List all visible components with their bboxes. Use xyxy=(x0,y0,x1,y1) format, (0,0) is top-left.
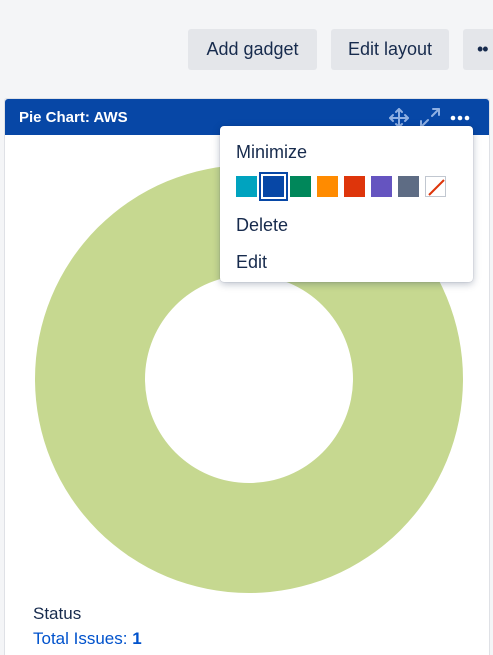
edit-layout-button[interactable]: Edit layout xyxy=(331,29,449,70)
gadget-title: Pie Chart: AWS xyxy=(19,109,128,126)
no-color-icon xyxy=(428,179,445,196)
menu-item-minimize[interactable]: Minimize xyxy=(236,142,307,163)
color-swatch-none[interactable] xyxy=(425,176,446,197)
color-swatch-purple[interactable] xyxy=(371,176,392,197)
total-issues-link[interactable]: Total Issues: 1 xyxy=(33,629,142,649)
menu-item-edit[interactable]: Edit xyxy=(236,252,267,273)
menu-item-delete[interactable]: Delete xyxy=(236,215,288,236)
color-swatch-red[interactable] xyxy=(344,176,365,197)
total-issues-count: 1 xyxy=(132,629,142,648)
add-gadget-button[interactable]: Add gadget xyxy=(188,29,317,70)
color-swatch-grey[interactable] xyxy=(398,176,419,197)
color-swatch-teal[interactable] xyxy=(236,176,257,197)
legend-status-label: Status xyxy=(33,604,82,623)
color-swatch-green[interactable] xyxy=(290,176,311,197)
dashboard-toolbar: Add gadget Edit layout •• xyxy=(0,29,493,70)
more-options-button[interactable]: •• xyxy=(463,29,493,70)
color-swatch-blue[interactable] xyxy=(259,172,288,201)
gadget-actions-menu: Minimize Delete Edit xyxy=(220,126,473,282)
color-swatch-orange[interactable] xyxy=(317,176,338,197)
total-issues-label: Total Issues: xyxy=(33,629,128,648)
